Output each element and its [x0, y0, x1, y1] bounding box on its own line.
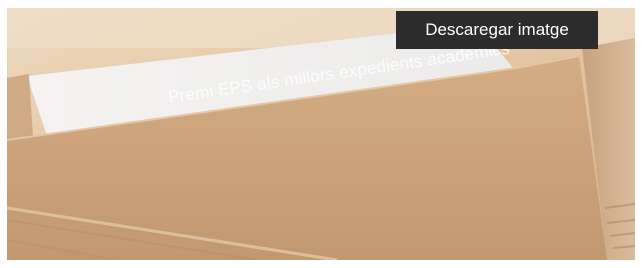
image-viewer: Premi EPS als millors expedients acadèmi…	[0, 0, 642, 268]
download-image-button[interactable]: Descaregar imatge	[396, 11, 598, 49]
